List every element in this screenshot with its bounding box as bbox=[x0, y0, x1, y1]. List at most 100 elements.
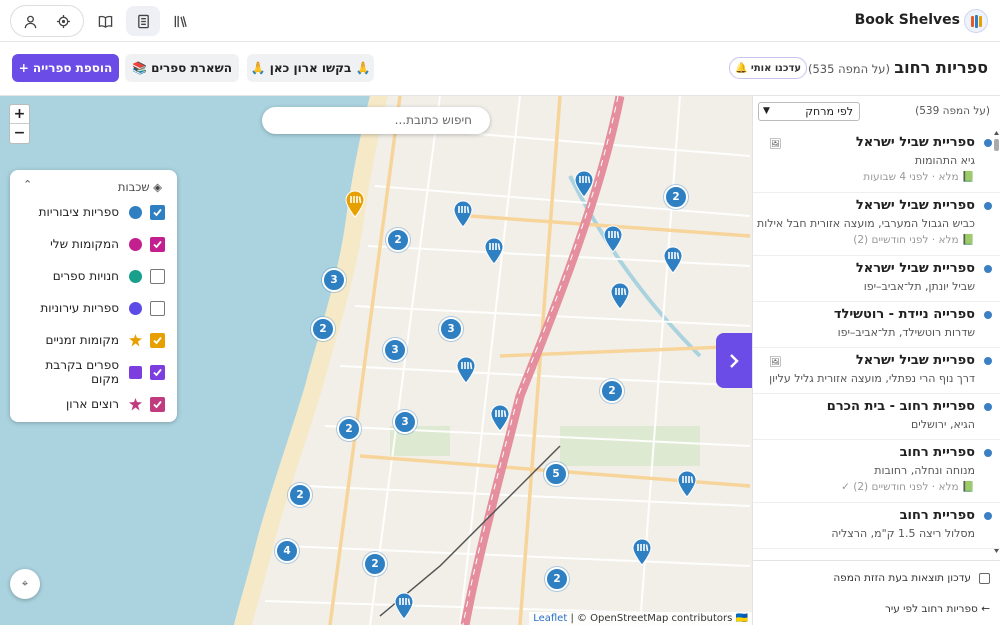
layer-label: ספריות ציבוריות bbox=[38, 205, 119, 219]
item-title: ספריית שביל ישראל bbox=[855, 261, 975, 276]
item-title: ספריית שביל ישראל bbox=[855, 353, 975, 368]
location-dot-icon bbox=[984, 449, 992, 457]
map-area[interactable]: + − חיפוש כתובת... 2 2 3 2 3 3 2 3 2 5 2 4 2 2 ⌃ שכבו… bbox=[0, 96, 752, 625]
book-open-icon[interactable] bbox=[88, 6, 122, 36]
list-item[interactable]: ספריית שביל ישראל כביש הגבול המערבי, מועצ… bbox=[753, 193, 1000, 256]
cluster-marker[interactable]: 2 bbox=[386, 228, 410, 252]
layers-icon: ◈ bbox=[153, 180, 162, 194]
cluster-marker[interactable]: 2 bbox=[363, 552, 387, 576]
update-me-button[interactable]: 🔔 עדכנו אותי bbox=[729, 57, 807, 79]
cluster-marker[interactable]: 2 bbox=[664, 185, 688, 209]
request-shelf-button[interactable]: 🙏 בקשו ארון כאן 🙏 bbox=[247, 54, 374, 82]
temporary-place-marker[interactable] bbox=[345, 190, 365, 218]
list-item[interactable]: ספריית שביל ישראל דרך נוף הרי נפתלי, מועצ… bbox=[753, 348, 1000, 394]
layer-row[interactable]: ספריות עירוניות bbox=[15, 298, 165, 318]
list-item[interactable]: ספריית שביל ישראל גיא התהומות 📗 מלא · לפני… bbox=[753, 130, 1000, 193]
zoom-in-button[interactable]: + bbox=[10, 105, 29, 124]
cluster-marker[interactable]: 2 bbox=[311, 317, 335, 341]
layer-row[interactable]: המקומות שלי bbox=[15, 234, 165, 254]
collapse-layers-icon[interactable]: ⌃ bbox=[23, 178, 32, 191]
layer-checkbox[interactable] bbox=[150, 396, 165, 412]
layer-checkbox[interactable] bbox=[150, 300, 165, 316]
results-list: ספריית שביל ישראל גיא התהומות 📗 מלא · לפני… bbox=[753, 130, 1000, 550]
layers-panel: ⌃ שכבות ◈ ספריות ציבוריות המקומות שלי חנוי… bbox=[10, 170, 177, 422]
bookshelf-logo-icon[interactable] bbox=[964, 9, 988, 33]
layer-color-icon bbox=[129, 397, 142, 411]
library-marker[interactable] bbox=[677, 470, 697, 498]
library-marker[interactable] bbox=[456, 356, 476, 384]
layer-checkbox[interactable] bbox=[150, 364, 165, 380]
layer-row[interactable]: מקומות זמניים bbox=[15, 330, 165, 350]
layer-color-icon bbox=[129, 301, 142, 315]
auto-update-checkbox[interactable] bbox=[979, 573, 990, 584]
cluster-marker[interactable]: 3 bbox=[393, 410, 417, 434]
library-marker[interactable] bbox=[484, 237, 504, 265]
location-dot-icon bbox=[984, 512, 992, 520]
library-marker[interactable] bbox=[663, 246, 683, 274]
cluster-marker[interactable]: 2 bbox=[600, 379, 624, 403]
item-title: ספריית רחוב bbox=[899, 445, 975, 460]
list-item[interactable]: ספריית רחוב - בית הכרם הגיא, ירושלים bbox=[753, 394, 1000, 440]
library-marker[interactable] bbox=[574, 170, 594, 198]
user-icon[interactable] bbox=[13, 6, 47, 36]
layer-checkbox[interactable] bbox=[150, 236, 165, 252]
layer-label: ספרים בקרבת מקום bbox=[45, 358, 119, 386]
item-address: מנוחה ונחלה, רחובות bbox=[874, 464, 975, 477]
library-marker[interactable] bbox=[632, 538, 652, 566]
by-city-link[interactable]: ספריות רחוב לפי עיר ← bbox=[885, 603, 990, 615]
locate-icon[interactable] bbox=[46, 6, 80, 36]
library-marker[interactable] bbox=[603, 225, 623, 253]
crosshair-icon: ⌖ bbox=[21, 577, 29, 590]
layer-checkbox[interactable] bbox=[150, 268, 165, 284]
item-address: שביל יונתן, תל־אביב–יפו bbox=[863, 280, 975, 293]
layer-label: מקומות זמניים bbox=[45, 333, 120, 347]
leaflet-link[interactable]: Leaflet bbox=[533, 613, 567, 624]
layer-row[interactable]: ספרים בקרבת מקום bbox=[15, 358, 165, 386]
chevron-right-icon bbox=[730, 353, 739, 368]
layer-checkbox[interactable] bbox=[150, 332, 165, 348]
library-marker[interactable] bbox=[453, 200, 473, 228]
cluster-marker[interactable]: 4 bbox=[275, 539, 299, 563]
add-library-button[interactable]: + הוספת ספרייה bbox=[12, 54, 119, 82]
cluster-marker[interactable]: 5 bbox=[544, 462, 568, 486]
library-marker[interactable] bbox=[490, 404, 510, 432]
list-item[interactable]: ספריית שביל ישראל שביל יונתן, תל־אביב–יפו bbox=[753, 256, 1000, 302]
zoom-out-button[interactable]: − bbox=[10, 124, 29, 143]
layer-row[interactable]: ספריות ציבוריות bbox=[15, 202, 165, 222]
zoom-control: + − bbox=[9, 104, 30, 144]
library-marker[interactable] bbox=[394, 592, 414, 620]
cluster-marker[interactable]: 3 bbox=[322, 268, 346, 292]
location-dot-icon bbox=[984, 311, 992, 319]
item-meta: 📗 מלא · לפני חודשיים (2) bbox=[853, 234, 975, 246]
leave-books-button[interactable]: 📚 השארת ספרים bbox=[125, 54, 239, 82]
list-item[interactable]: ספרייה ניידת - רוטשילד שדרות רוטשילד, תל־… bbox=[753, 302, 1000, 348]
layer-label: ספריות עירוניות bbox=[40, 301, 119, 315]
layer-row[interactable]: חנויות ספרים bbox=[15, 266, 165, 286]
sort-select[interactable]: לפי מרחק ▼ bbox=[758, 102, 860, 121]
photo-icon: 🖼 bbox=[769, 357, 782, 368]
layer-color-icon bbox=[129, 205, 142, 219]
address-search-input[interactable]: חיפוש כתובת... bbox=[262, 107, 490, 134]
cluster-marker[interactable]: 2 bbox=[337, 417, 361, 441]
library-icon[interactable] bbox=[163, 6, 197, 36]
location-dot-icon bbox=[984, 265, 992, 273]
cluster-marker[interactable]: 2 bbox=[545, 567, 569, 591]
layer-row[interactable]: רוצים ארון bbox=[15, 394, 165, 414]
library-marker[interactable] bbox=[610, 282, 630, 310]
layer-label: רוצים ארון bbox=[66, 397, 119, 411]
results-scrollbar[interactable] bbox=[993, 130, 1000, 555]
item-title: ספריית רחוב bbox=[899, 508, 975, 523]
expand-sidebar-button[interactable] bbox=[716, 333, 752, 388]
cluster-marker[interactable]: 2 bbox=[288, 483, 312, 507]
cluster-marker[interactable]: 3 bbox=[439, 317, 463, 341]
layer-checkbox[interactable] bbox=[150, 204, 165, 220]
cluster-marker[interactable]: 3 bbox=[383, 338, 407, 362]
list-view-icon[interactable] bbox=[126, 6, 160, 36]
layer-color-icon bbox=[129, 365, 142, 379]
list-item[interactable]: ספריית רחוב מסלול ריצה 1.5 ק"מ, הרצליה bbox=[753, 503, 1000, 549]
list-item[interactable]: ספריית רחוב מנוחה ונחלה, רחובות 📗 מלא · לפ… bbox=[753, 440, 1000, 503]
sort-value: לפי מרחק bbox=[805, 105, 853, 118]
brand-title[interactable]: Book Shelves bbox=[855, 12, 960, 28]
my-location-button[interactable]: ⌖ bbox=[10, 569, 40, 599]
location-dot-icon bbox=[984, 202, 992, 210]
